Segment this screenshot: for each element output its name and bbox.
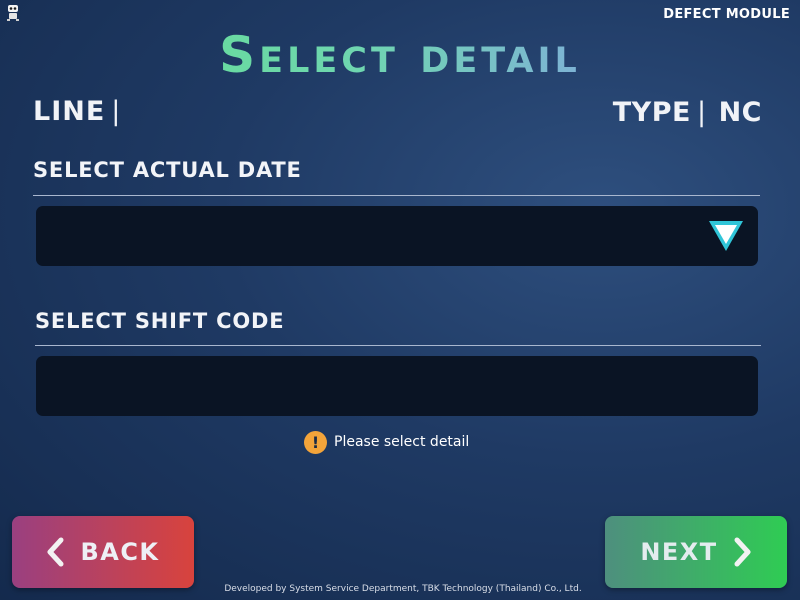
page-title: Select detail	[0, 26, 800, 84]
chevron-right-icon	[734, 537, 751, 567]
back-button-label: BACK	[80, 538, 160, 566]
footer-credit: Developed by System Service Department, …	[224, 584, 582, 594]
actual-date-dropdown[interactable]	[36, 206, 758, 266]
shift-code-section-title: SELECT SHIFT CODE	[35, 309, 285, 333]
next-button-label: NEXT	[640, 538, 718, 566]
line-separator: |	[111, 96, 122, 127]
status-text: Please select detail	[334, 434, 470, 450]
status-message: ! Please select detail	[304, 430, 469, 454]
line-label: LINE	[33, 96, 106, 127]
module-label: DEFECT MODULE	[663, 7, 790, 22]
section-divider	[33, 195, 760, 196]
type-separator: |	[696, 97, 707, 128]
type-info: TYPE | NC	[613, 97, 762, 128]
type-label: TYPE	[612, 97, 691, 128]
actual-date-section-title: SELECT ACTUAL DATE	[33, 158, 302, 182]
robot-icon	[7, 5, 19, 21]
shift-code-field[interactable]	[36, 356, 758, 416]
section-divider	[35, 345, 761, 346]
type-value: NC	[718, 97, 762, 128]
next-button[interactable]: NEXT	[605, 516, 787, 588]
triangle-down-icon[interactable]	[706, 217, 746, 255]
warning-icon: !	[304, 430, 327, 454]
chevron-left-icon	[47, 537, 64, 567]
back-button[interactable]: BACK	[12, 516, 194, 588]
line-info: LINE |	[33, 96, 121, 127]
